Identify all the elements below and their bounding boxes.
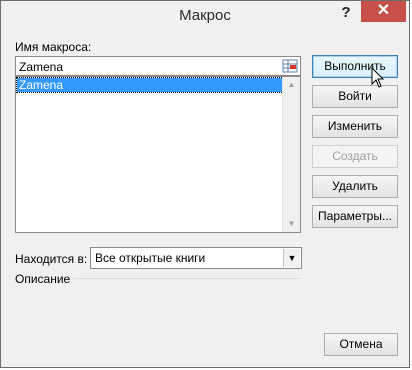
location-value: Все открытые книги: [95, 251, 206, 265]
list-scrollbar[interactable]: ▲ ▼: [282, 77, 300, 232]
range-select-icon[interactable]: [282, 58, 298, 74]
list-item[interactable]: Zamena: [16, 77, 284, 93]
macro-list[interactable]: Zamena ▲ ▼: [15, 76, 301, 233]
close-button[interactable]: ✕: [361, 1, 406, 22]
macro-dialog: Макрос ? ✕ Имя макроса: Zamena Zamena ▲ …: [0, 0, 410, 368]
description-divider: [73, 278, 301, 279]
macro-name-label: Имя макроса:: [15, 40, 92, 54]
step-into-button[interactable]: Войти: [312, 85, 398, 108]
scroll-down-icon[interactable]: ▼: [283, 216, 300, 232]
help-button[interactable]: ?: [335, 3, 357, 23]
macro-name-value: Zamena: [19, 60, 64, 74]
mouse-pointer-icon: [371, 66, 385, 92]
title-bar: Макрос ? ✕: [1, 1, 409, 31]
create-button[interactable]: Создать: [312, 145, 398, 168]
scroll-up-icon[interactable]: ▲: [283, 77, 300, 93]
chevron-down-icon[interactable]: ▼: [283, 249, 300, 267]
delete-button[interactable]: Удалить: [312, 175, 398, 198]
description-label: Описание: [15, 272, 71, 286]
macro-name-input[interactable]: Zamena: [15, 56, 301, 76]
cancel-button[interactable]: Отмена: [324, 333, 398, 356]
options-button[interactable]: Параметры...: [312, 205, 398, 228]
run-button[interactable]: Выполнить: [312, 55, 398, 78]
location-select[interactable]: Все открытые книги ▼: [90, 247, 302, 269]
location-label: Находится в:: [15, 252, 88, 266]
edit-button[interactable]: Изменить: [312, 115, 398, 138]
